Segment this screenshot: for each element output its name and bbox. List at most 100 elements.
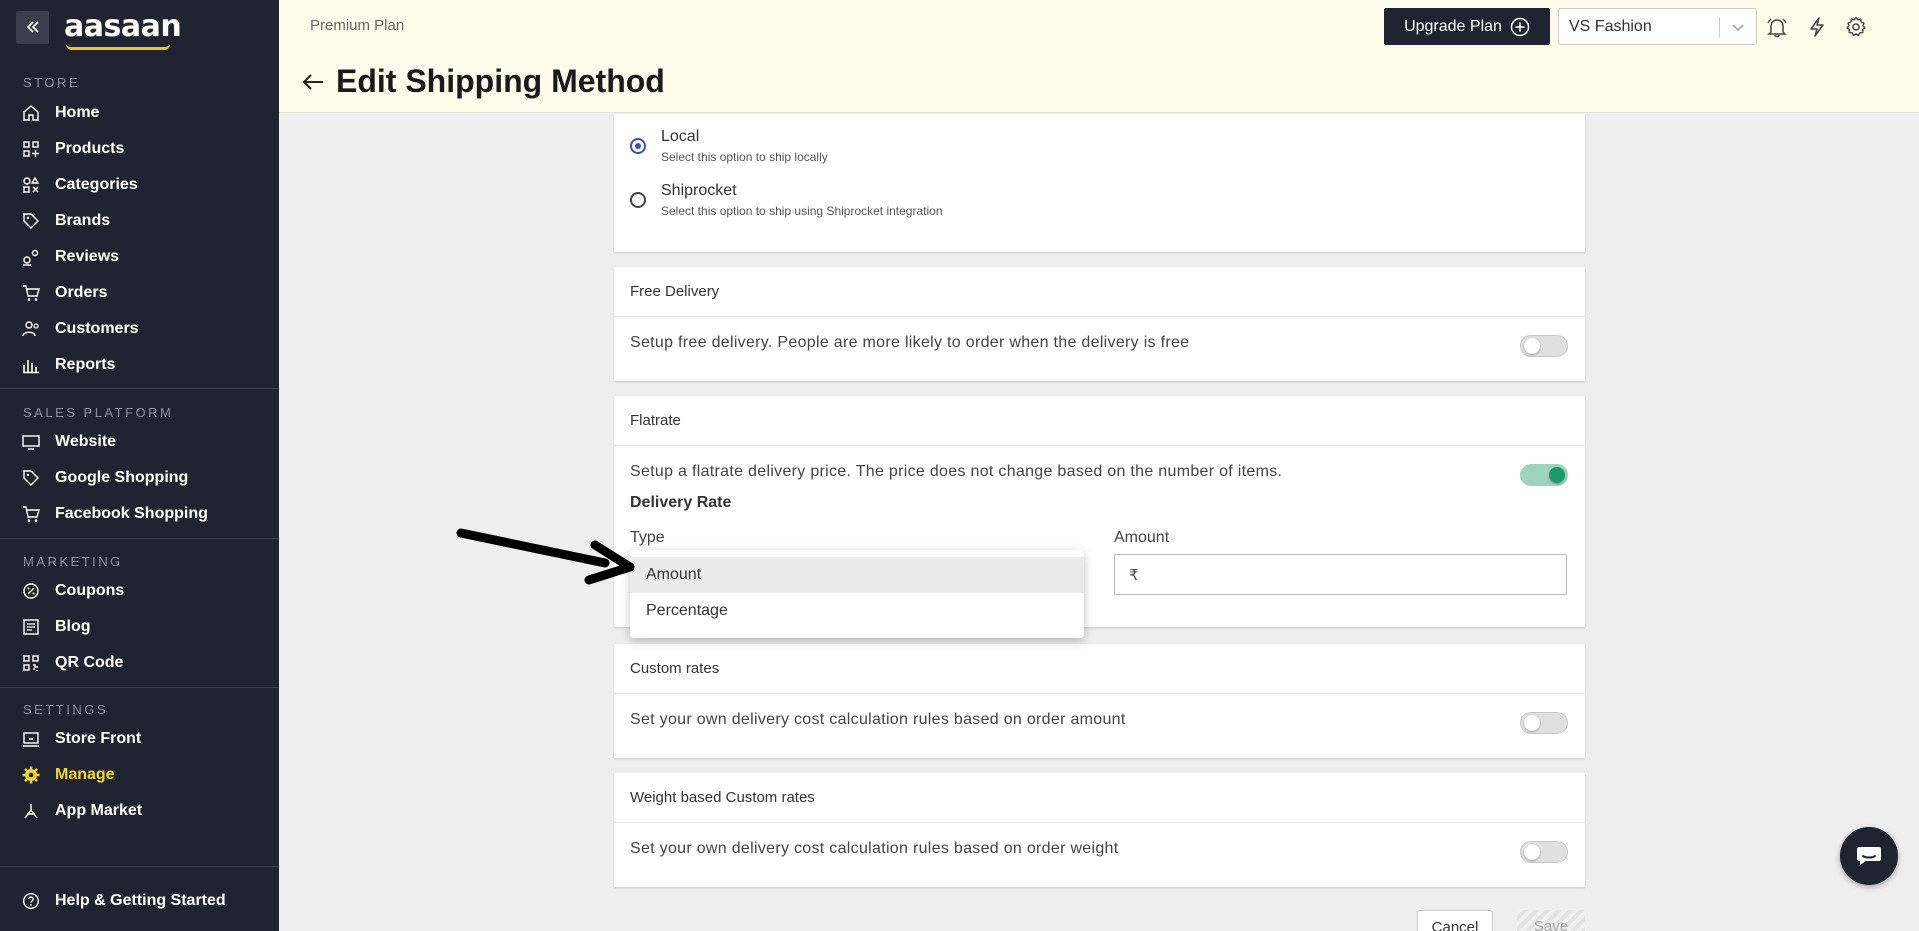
sidebar-item-products[interactable]: Products bbox=[22, 137, 124, 161]
reviews-icon bbox=[22, 248, 40, 266]
sidebar-item-label: Reports bbox=[55, 356, 116, 373]
gear-icon bbox=[22, 766, 40, 784]
select-separator bbox=[1719, 17, 1720, 37]
free-delivery-toggle[interactable] bbox=[1520, 335, 1568, 357]
bell-icon[interactable] bbox=[1766, 16, 1788, 38]
sidebar-item-facebook-shopping[interactable]: Facebook Shopping bbox=[22, 502, 208, 526]
sidebar-item-label: Google Shopping bbox=[55, 469, 189, 486]
coupon-icon bbox=[22, 582, 40, 600]
categories-icon bbox=[22, 176, 40, 194]
sidebar-item-reviews[interactable]: Reviews bbox=[22, 245, 119, 269]
radio-label: Shiprocket bbox=[661, 182, 737, 199]
custom-rates-toggle[interactable] bbox=[1520, 712, 1568, 734]
toggle-knob bbox=[1524, 715, 1540, 731]
sidebar-item-home[interactable]: Home bbox=[22, 101, 99, 125]
sidebar-item-label: Orders bbox=[55, 284, 108, 301]
sidebar-item-website[interactable]: Website bbox=[22, 430, 116, 454]
amount-label: Amount bbox=[1114, 529, 1170, 546]
sidebar-item-orders[interactable]: Orders bbox=[22, 281, 107, 305]
upgrade-plan-button[interactable]: Upgrade Plan bbox=[1384, 8, 1550, 45]
upgrade-plan-label: Upgrade Plan bbox=[1404, 17, 1502, 35]
flatrate-toggle[interactable] bbox=[1520, 464, 1568, 486]
products-icon bbox=[22, 140, 40, 158]
sidebar-item-label: Products bbox=[55, 140, 125, 157]
logo-row: aasaan bbox=[16, 10, 182, 50]
sidebar-item-reports[interactable]: Reports bbox=[22, 353, 115, 377]
tag-icon bbox=[22, 469, 40, 487]
cart-icon bbox=[22, 284, 40, 302]
weight-rates-toggle[interactable] bbox=[1520, 841, 1568, 863]
plan-label: Premium Plan bbox=[310, 17, 405, 34]
store-selector[interactable]: VS Fashion bbox=[1558, 8, 1757, 45]
plus-circle-icon bbox=[1510, 17, 1530, 36]
dropdown-option-amount[interactable]: Amount bbox=[630, 557, 1084, 593]
sidebar-item-brands[interactable]: Brands bbox=[22, 209, 110, 233]
sidebar-item-label: Facebook Shopping bbox=[55, 505, 208, 522]
dropdown-option-percentage[interactable]: Percentage bbox=[630, 593, 1084, 629]
chat-button[interactable] bbox=[1840, 827, 1898, 885]
sidebar-item-qr-code[interactable]: QR Code bbox=[22, 651, 123, 675]
sidebar-item-label: QR Code bbox=[55, 654, 124, 671]
sidebar-item-manage[interactable]: Manage bbox=[22, 763, 115, 787]
radio-option-shiprocket[interactable]: Shiprocket Select this option to ship us… bbox=[630, 182, 943, 218]
sidebar-item-google-shopping[interactable]: Google Shopping bbox=[22, 466, 188, 490]
currency-prefix: ₹ bbox=[1129, 566, 1139, 584]
sidebar-item-label: Reviews bbox=[55, 248, 120, 265]
radio-option-local[interactable]: Local Select this option to ship locally bbox=[630, 128, 828, 164]
free-delivery-card: Free Delivery Setup free delivery. Peopl… bbox=[614, 267, 1585, 381]
type-dropdown-menu: Amount Percentage bbox=[630, 550, 1084, 638]
lightning-icon[interactable] bbox=[1806, 16, 1828, 38]
arrow-left-icon bbox=[302, 74, 323, 90]
top-header: Premium Plan Edit Shipping Method Upgrad… bbox=[279, 0, 1919, 113]
sidebar-divider bbox=[0, 866, 279, 867]
sidebar-item-label: Coupons bbox=[55, 582, 125, 599]
card-description: Setup a flatrate delivery price. The pri… bbox=[630, 463, 1283, 480]
sidebar-item-coupons[interactable]: Coupons bbox=[22, 579, 124, 603]
amount-input[interactable]: ₹ bbox=[1114, 554, 1567, 595]
collapse-sidebar-button[interactable] bbox=[16, 10, 49, 44]
sidebar-item-label: Store Front bbox=[55, 730, 142, 747]
sidebar-item-label: App Market bbox=[55, 802, 143, 819]
sidebar-divider bbox=[0, 687, 279, 688]
sidebar-item-categories[interactable]: Categories bbox=[22, 173, 138, 197]
page-title: Edit Shipping Method bbox=[336, 63, 665, 99]
home-icon bbox=[22, 104, 40, 122]
radio-button[interactable] bbox=[630, 192, 646, 208]
weight-rates-card: Weight based Custom rates Set your own d… bbox=[614, 773, 1585, 887]
toggle-knob bbox=[1549, 467, 1565, 483]
back-button[interactable] bbox=[301, 72, 325, 97]
sidebar-item-label: Customers bbox=[55, 320, 139, 337]
sidebar-item-help[interactable]: Help & Getting Started bbox=[22, 889, 226, 913]
users-icon bbox=[22, 320, 40, 338]
section-title-settings: SETTINGS bbox=[23, 702, 109, 717]
chat-bubble-icon bbox=[1857, 847, 1881, 865]
tag-icon bbox=[22, 212, 40, 230]
sidebar-item-label: Website bbox=[55, 433, 117, 450]
sidebar-item-customers[interactable]: Customers bbox=[22, 317, 139, 341]
store-name: VS Fashion bbox=[1569, 17, 1652, 35]
card-title: Flatrate bbox=[614, 396, 1585, 446]
radio-description: Select this option to ship using Shiproc… bbox=[661, 204, 943, 218]
monitor-icon bbox=[22, 433, 40, 451]
card-title: Weight based Custom rates bbox=[614, 773, 1585, 823]
sidebar-item-app-market[interactable]: App Market bbox=[22, 799, 142, 823]
settings-gear-icon[interactable] bbox=[1845, 16, 1867, 38]
sidebar-item-label: Brands bbox=[55, 212, 111, 229]
storefront-icon bbox=[22, 730, 40, 748]
sidebar-item-label: Blog bbox=[55, 618, 91, 635]
cart-icon bbox=[22, 505, 40, 523]
card-title: Free Delivery bbox=[614, 267, 1585, 317]
sidebar-item-store-front[interactable]: Store Front bbox=[22, 727, 141, 751]
blog-icon bbox=[22, 618, 40, 636]
cancel-button[interactable]: Cancel bbox=[1417, 910, 1493, 931]
sidebar-item-label: Home bbox=[55, 104, 100, 121]
sidebar: aasaan STORE Home Products Categories Br… bbox=[0, 0, 279, 931]
toggle-knob bbox=[1524, 338, 1540, 354]
sidebar-item-label: Categories bbox=[55, 176, 138, 193]
sidebar-item-label: Manage bbox=[55, 766, 115, 783]
radio-button-checked[interactable] bbox=[630, 138, 646, 154]
save-button[interactable]: Save bbox=[1517, 910, 1585, 931]
radio-label: Local bbox=[661, 128, 700, 145]
sidebar-item-blog[interactable]: Blog bbox=[22, 615, 91, 639]
type-label: Type bbox=[630, 529, 665, 546]
